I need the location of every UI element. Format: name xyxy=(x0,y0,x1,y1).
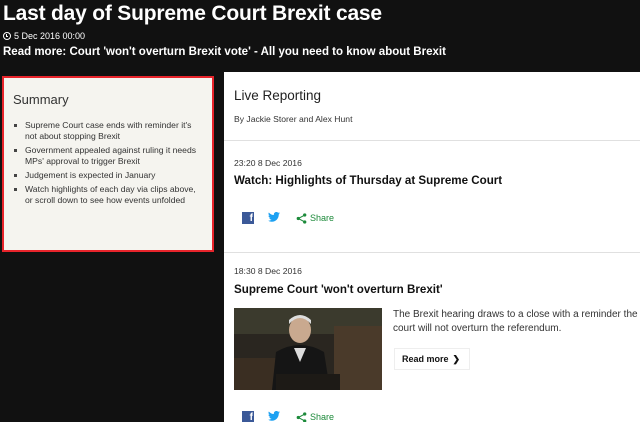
share-label: Share xyxy=(310,213,335,223)
summary-item: Watch highlights of each day via clips a… xyxy=(13,184,203,206)
summary-item: Supreme Court case ends with reminder it… xyxy=(13,120,203,142)
byline: By Jackie Storer and Alex Hunt xyxy=(234,114,353,124)
share-button[interactable]: Share xyxy=(296,212,335,224)
post-title[interactable]: Watch: Highlights of Thursday at Supreme… xyxy=(234,174,502,187)
twitter-icon[interactable] xyxy=(268,211,282,225)
summary-title: Summary xyxy=(13,92,69,107)
read-more-label: Read more xyxy=(402,354,449,364)
facebook-icon[interactable]: f xyxy=(242,212,254,224)
summary-item: Government appealed against ruling it ne… xyxy=(13,145,203,167)
share-row: f Share xyxy=(242,211,334,225)
divider xyxy=(224,140,640,141)
live-reporting-panel: Live Reporting By Jackie Storer and Alex… xyxy=(224,72,640,422)
post-summary: The Brexit hearing draws to a close with… xyxy=(393,309,638,334)
share-label: Share xyxy=(310,412,335,422)
timestamp-text: 5 Dec 2016 00:00 xyxy=(14,31,86,41)
summary-box: Summary Supreme Court case ends with rem… xyxy=(2,76,214,252)
summary-item: Judgement is expected in January xyxy=(13,170,203,181)
share-icon xyxy=(296,411,307,422)
facebook-icon[interactable]: f xyxy=(242,411,254,422)
share-icon xyxy=(296,212,307,224)
summary-list: Supreme Court case ends with reminder it… xyxy=(13,120,203,209)
read-more-button[interactable]: Read more ❯ xyxy=(394,348,470,370)
chevron-right-icon: ❯ xyxy=(452,354,461,364)
post-image[interactable] xyxy=(234,308,382,390)
share-row: f Share xyxy=(242,410,334,422)
post-time: 18:30 8 Dec 2016 xyxy=(234,266,302,276)
post-title[interactable]: Supreme Court 'won't overturn Brexit' xyxy=(234,283,443,296)
post-time: 23:20 8 Dec 2016 xyxy=(234,158,302,168)
page-header: Last day of Supreme Court Brexit case 5 … xyxy=(0,0,640,72)
page-title: Last day of Supreme Court Brexit case xyxy=(3,2,382,25)
timestamp: 5 Dec 2016 00:00 xyxy=(3,31,85,41)
live-reporting-title: Live Reporting xyxy=(234,88,322,103)
clock-icon xyxy=(3,32,11,40)
divider xyxy=(224,252,640,253)
twitter-icon[interactable] xyxy=(268,410,282,422)
share-button[interactable]: Share xyxy=(296,411,335,422)
read-more-link[interactable]: Read more: Court 'won't overturn Brexit … xyxy=(3,46,446,58)
